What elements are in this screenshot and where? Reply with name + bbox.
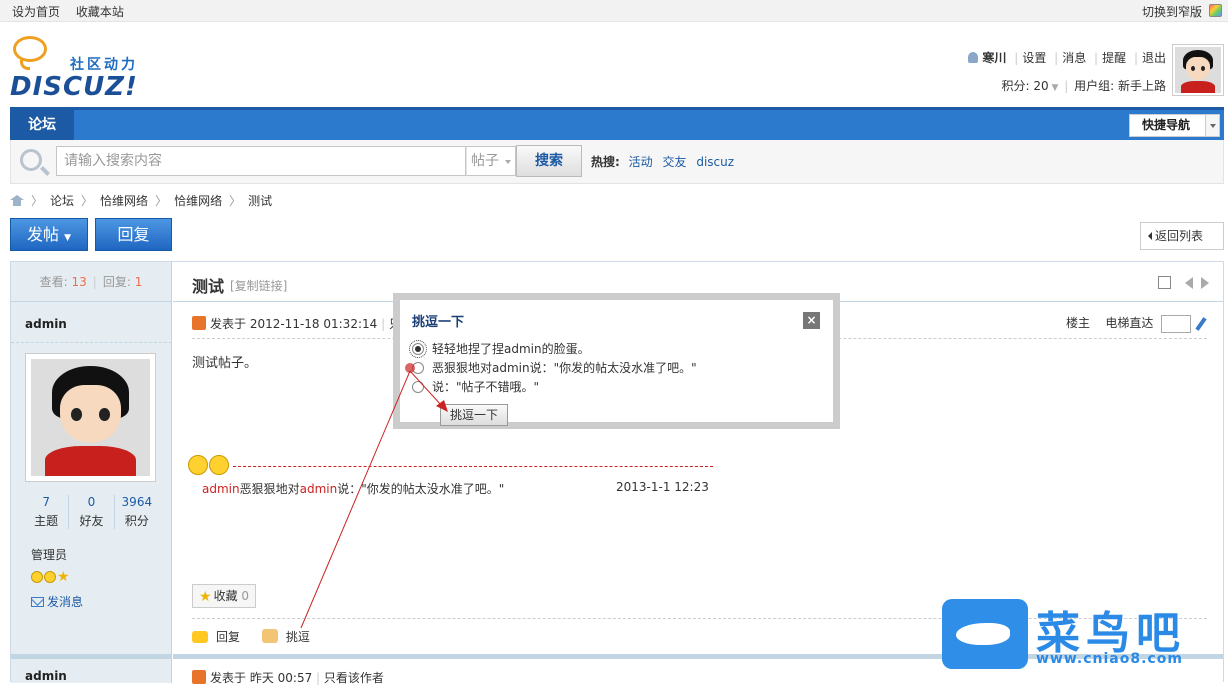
bird-icon: [942, 599, 1028, 669]
author-stat-value[interactable]: 0: [69, 495, 113, 509]
search-input[interactable]: 请输入搜索内容: [56, 146, 466, 176]
quick-nav-label: 快捷导航: [1142, 118, 1191, 132]
star-icon: ★: [57, 569, 70, 585]
site-logo[interactable]: 社区动力 DISCUZ!: [10, 36, 150, 102]
user-icon: [968, 52, 979, 63]
speech-bubble-icon: [13, 36, 47, 62]
thread-title: 测试: [192, 277, 225, 296]
post-meta: 发表于 2012-11-18 01:32:14 | 只: [192, 315, 401, 332]
logout-link[interactable]: 退出: [1142, 51, 1166, 65]
breadcrumb-item[interactable]: 恰维网络: [174, 194, 222, 208]
tease-emoji-icon: [188, 455, 230, 478]
floor-jump-input[interactable]: [1161, 314, 1192, 333]
jump-label: 电梯直达: [1105, 316, 1154, 330]
smiley-icon: [44, 571, 56, 583]
hot-search-label: 热搜:: [591, 155, 620, 169]
messages-link[interactable]: 消息: [1062, 51, 1086, 65]
star-icon: ★: [199, 588, 212, 605]
smiley-icon: [31, 571, 43, 583]
hot-search-link[interactable]: 交友: [662, 155, 686, 169]
hot-search-link[interactable]: discuz: [696, 155, 734, 169]
send-message-link[interactable]: 发消息: [31, 593, 83, 610]
views-count: 13: [71, 275, 87, 289]
post-meta: 发表于 昨天 00:57 | 只看该作者: [192, 669, 384, 686]
back-to-list-button[interactable]: 返回列表: [1140, 222, 1224, 250]
print-icon[interactable]: [1158, 276, 1172, 289]
user-avatar[interactable]: [1172, 44, 1224, 96]
dialog-title: 挑逗一下: [412, 315, 465, 330]
author-sidebar: 查看: 13 | 回复: 1 admin 7 主题 0 好友 3964 积分 管理员 ★ …: [11, 262, 172, 683]
thread-stats: 查看: 13 | 回复: 1: [11, 262, 171, 302]
tease-option[interactable]: 恶狠狠地对admin说："你发的帖太没水准了吧。": [412, 359, 697, 376]
favorite-button[interactable]: ★ 收藏 0: [192, 584, 257, 608]
nav-bar: 论坛 快捷导航: [10, 107, 1224, 140]
top-bar: 设为首页 收藏本站 切换到窄版: [0, 0, 1228, 22]
tease-option[interactable]: 说："帖子不错哦。": [412, 378, 539, 395]
logo-brand: DISCUZ!: [10, 72, 138, 102]
close-icon[interactable]: ×: [803, 312, 820, 329]
tease-time: 2013-1-1 12:23: [616, 480, 709, 494]
chevron-down-icon[interactable]: [1205, 115, 1219, 136]
only-author-link[interactable]: 只看该作者: [324, 671, 384, 685]
mail-icon: [31, 597, 44, 607]
author-medals: ★: [31, 569, 70, 585]
post-content: 测试帖子。: [192, 356, 258, 371]
bookmark-link[interactable]: 收藏本站: [76, 5, 124, 19]
radio-button[interactable]: [409, 340, 427, 358]
reply-action[interactable]: 回复: [216, 630, 240, 644]
home-icon[interactable]: [10, 195, 24, 206]
reply-button[interactable]: 回复: [95, 218, 172, 251]
quick-nav-button[interactable]: 快捷导航: [1129, 114, 1220, 137]
hot-search-link[interactable]: 活动: [629, 155, 653, 169]
set-homepage-link[interactable]: 设为首页: [12, 5, 60, 19]
post-actions: 回复 挑逗: [192, 628, 310, 645]
search-icon: [20, 149, 42, 171]
nav-tab-forum[interactable]: 论坛: [10, 110, 74, 140]
reminders-link[interactable]: 提醒: [1102, 51, 1126, 65]
new-post-button[interactable]: 发帖 ▼: [10, 218, 88, 251]
logo-slogan: 社区动力: [70, 57, 138, 73]
author-name[interactable]: admin: [25, 317, 67, 331]
author-name[interactable]: admin: [25, 669, 67, 683]
settings-link[interactable]: 设置: [1022, 51, 1046, 65]
search-bar: 请输入搜索内容 帖子 搜索 热搜: 活动 交友 discuz: [10, 140, 1224, 184]
breadcrumb-item[interactable]: 论坛: [50, 194, 74, 208]
breadcrumb-item[interactable]: 测试: [248, 194, 272, 208]
previous-thread-icon[interactable]: [1179, 276, 1194, 289]
radio-button[interactable]: [412, 381, 424, 393]
tease-submit-button[interactable]: 挑逗一下: [440, 404, 508, 426]
breadcrumb: 〉论坛〉恰维网络〉恰维网络〉测试: [10, 192, 272, 209]
search-type-select[interactable]: 帖子: [466, 146, 516, 176]
user-info: 寒川 | 设置 | 消息 | 提醒 | 退出 积分: 20 ▼ | 用户组: 新手上路: [968, 49, 1166, 94]
jump-icon[interactable]: [1195, 316, 1207, 331]
usergroup-link[interactable]: 用户组: 新手上路: [1074, 79, 1166, 93]
online-status-icon: [192, 316, 206, 330]
floor-label: 楼主: [1066, 316, 1091, 330]
thumbs-up-icon: [261, 629, 278, 643]
author-avatar[interactable]: [25, 353, 156, 482]
tease-action[interactable]: 挑逗: [286, 630, 310, 644]
search-button[interactable]: 搜索: [516, 145, 582, 177]
cniao8-watermark-logo: 菜鸟吧 www.cniao8.com: [942, 597, 1222, 669]
switch-width-link[interactable]: 切换到窄版: [1142, 3, 1202, 20]
reply-icon: [192, 631, 208, 643]
username-link[interactable]: 寒川: [982, 51, 1006, 65]
author-stat-value[interactable]: 3964: [115, 495, 159, 509]
hot-searches: 热搜: 活动 交友 discuz: [591, 153, 740, 170]
author-stats: 7 主题 0 好友 3964 积分: [24, 495, 159, 529]
tease-option[interactable]: 轻轻地捏了捏admin的脸蛋。: [409, 340, 590, 358]
tease-dialog: 挑逗一下 × 轻轻地捏了捏admin的脸蛋。 恶狠狠地对admin说："你发的帖…: [393, 293, 840, 429]
breadcrumb-item[interactable]: 恰维网络: [100, 194, 148, 208]
author-stat-value[interactable]: 7: [24, 495, 68, 509]
radio-button[interactable]: [412, 362, 424, 374]
watermark-url: www.cniao8.com: [1036, 651, 1183, 667]
author-role: 管理员: [31, 548, 68, 562]
copy-link[interactable]: [复制链接]: [230, 277, 287, 294]
skin-switch-icon[interactable]: [1209, 4, 1222, 17]
next-thread-icon[interactable]: [1201, 276, 1215, 289]
floor-nav: 楼主 电梯直达: [1066, 314, 1207, 333]
points-dropdown[interactable]: 积分: 20: [1002, 79, 1049, 93]
tease-record: admin恶狠狠地对admin说："你发的帖太没水准了吧。" 2013-1-1 …: [202, 480, 709, 496]
replies-count: 1: [134, 275, 143, 289]
